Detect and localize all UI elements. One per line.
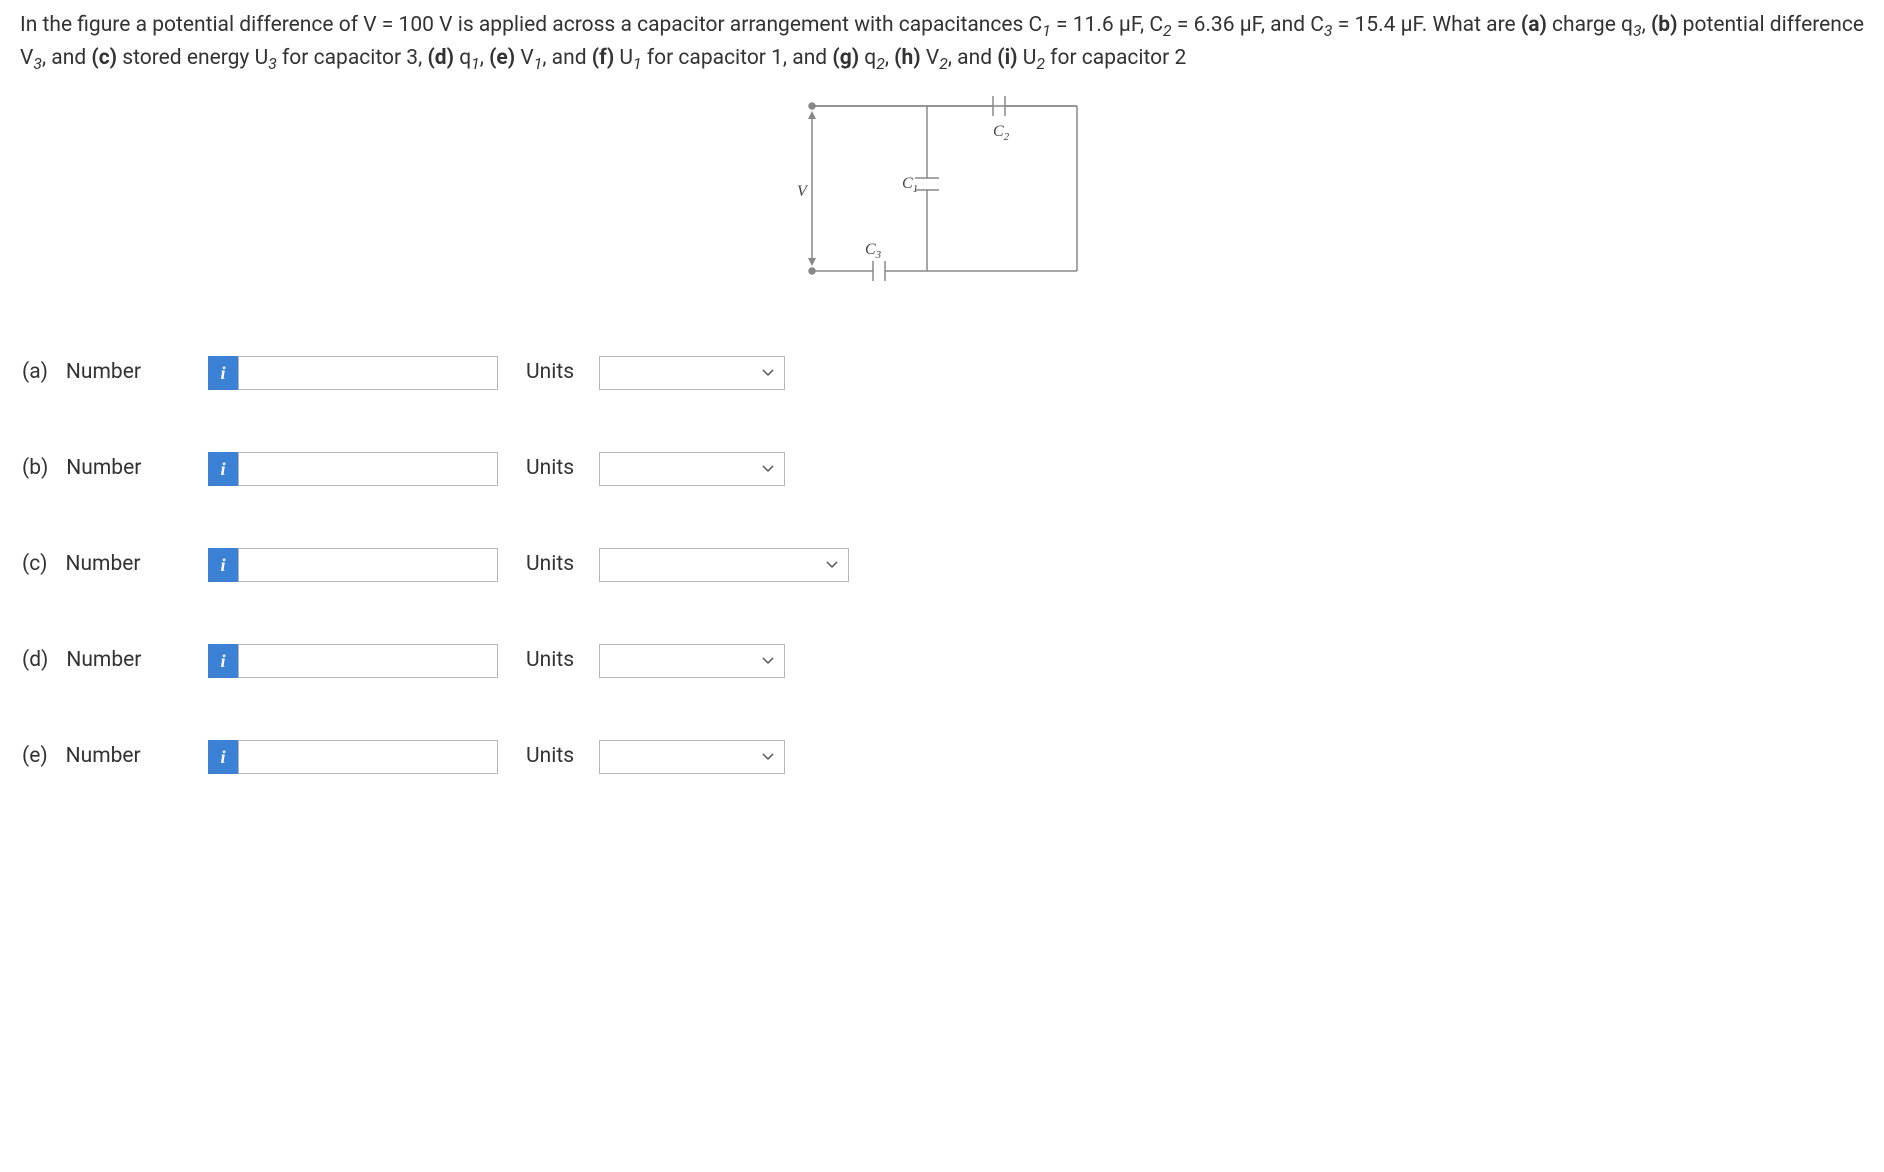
units-select-c[interactable]	[599, 548, 849, 582]
svg-text:C2: C2	[993, 123, 1010, 143]
number-input-d[interactable]	[238, 644, 498, 678]
number-input-c[interactable]	[238, 548, 498, 582]
units-select-e[interactable]	[599, 740, 785, 774]
units-select-b[interactable]	[599, 452, 785, 486]
info-icon[interactable]: i	[208, 644, 238, 678]
row-label: (b) Number	[22, 453, 208, 485]
row-label: (e) Number	[22, 741, 208, 773]
info-icon[interactable]: i	[208, 452, 238, 486]
row-label: (c) Number	[22, 549, 208, 581]
row-label: (a) Number	[22, 357, 208, 389]
units-select-d[interactable]	[599, 644, 785, 678]
units-label: Units	[526, 645, 574, 677]
question-text: In the figure a potential difference of …	[20, 10, 1864, 76]
svg-text:C3: C3	[865, 241, 882, 261]
answer-row-a: (a) Number i Units	[22, 356, 1864, 390]
answer-row-d: (d) Number i Units	[22, 644, 1864, 678]
units-label: Units	[526, 357, 574, 389]
answer-row-b: (b) Number i Units	[22, 452, 1864, 486]
circuit-figure: V C1 C2 C3	[20, 96, 1864, 312]
number-input-b[interactable]	[238, 452, 498, 486]
info-icon[interactable]: i	[208, 548, 238, 582]
row-label: (d) Number	[22, 645, 208, 677]
info-icon[interactable]: i	[208, 740, 238, 774]
number-input-a[interactable]	[238, 356, 498, 390]
units-label: Units	[526, 741, 574, 773]
svg-text:V: V	[797, 183, 809, 200]
units-label: Units	[526, 549, 574, 581]
info-icon[interactable]: i	[208, 356, 238, 390]
number-input-e[interactable]	[238, 740, 498, 774]
answer-row-c: (c) Number i Units	[22, 548, 1864, 582]
answer-section: (a) Number i Units (b) Number i Units (c…	[20, 356, 1864, 774]
answer-row-e: (e) Number i Units	[22, 740, 1864, 774]
units-label: Units	[526, 453, 574, 485]
units-select-a[interactable]	[599, 356, 785, 390]
